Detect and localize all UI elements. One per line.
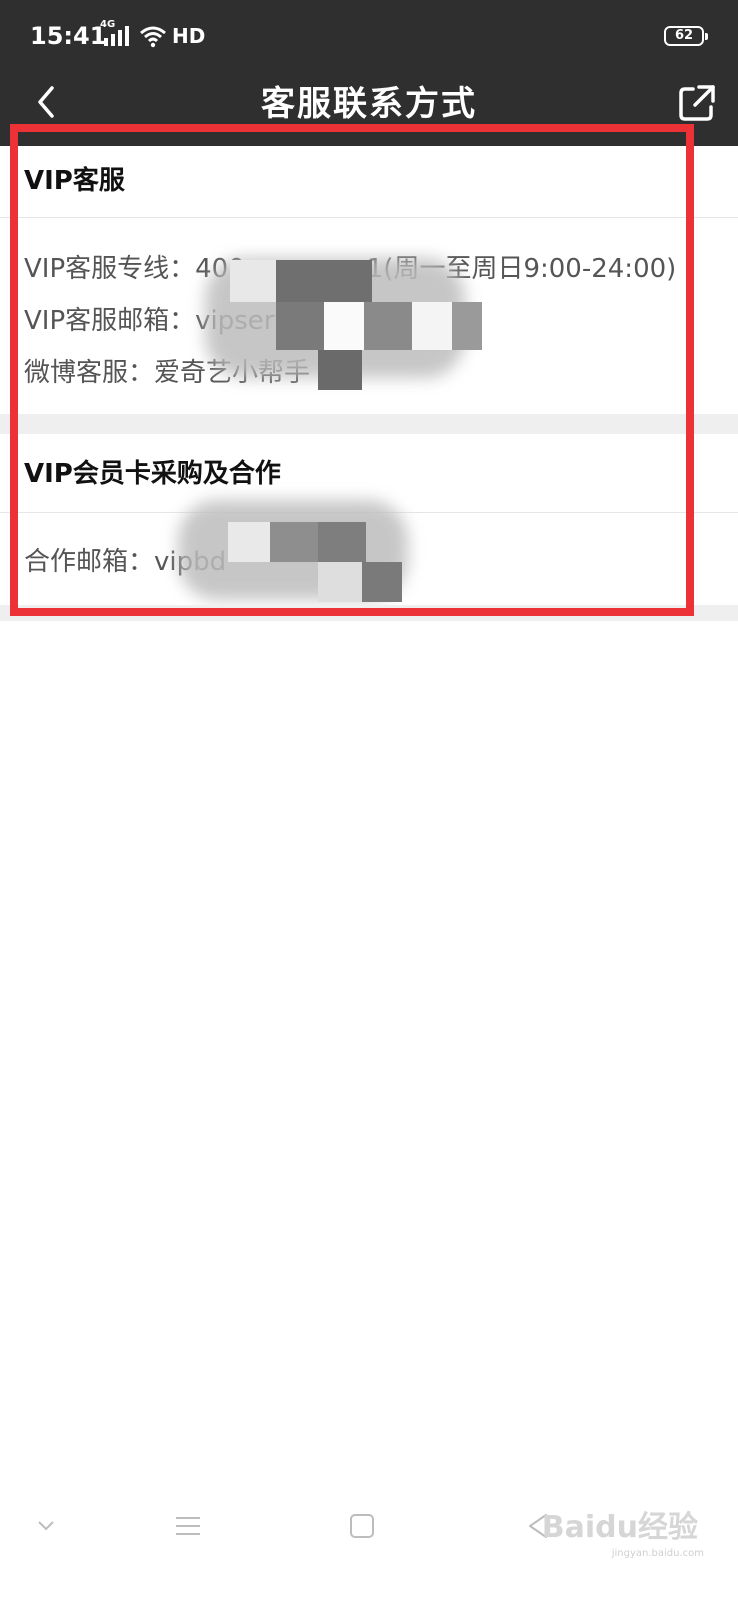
header: 客服联系方式 (0, 72, 738, 146)
wifi-icon (140, 26, 166, 48)
pixel-mask (276, 302, 324, 350)
chevron-down-icon (38, 1521, 54, 1531)
pixel-mask (318, 522, 366, 562)
pixel-mask (270, 522, 318, 562)
status-bar: 15:41 4G HD 62 (0, 0, 738, 72)
section-gap (0, 414, 738, 434)
menu-icon (176, 1517, 200, 1535)
top-bar: 15:41 4G HD 62 客服联系方式 (0, 0, 738, 146)
battery-level: 62 (674, 28, 694, 43)
pixel-mask (318, 562, 362, 602)
signal-icon (104, 26, 129, 46)
divider (0, 217, 738, 218)
battery-icon: 62 (664, 26, 708, 46)
watermark-brand: Baidu经验 (541, 1510, 698, 1545)
pixel-mask (318, 350, 362, 390)
section-title-vip-service: VIP客服 (24, 166, 125, 196)
nav-collapse-button[interactable] (16, 1506, 76, 1546)
nav-home-button[interactable] (332, 1506, 392, 1546)
pixel-mask (230, 260, 276, 302)
share-button[interactable] (674, 80, 720, 126)
pixel-mask (364, 302, 412, 350)
pixel-mask (412, 302, 452, 350)
page-title: 客服联系方式 (261, 84, 477, 124)
share-icon (679, 85, 715, 121)
section-gap (0, 605, 738, 621)
section-title-vip-card: VIP会员卡采购及合作 (24, 459, 281, 489)
home-icon (350, 1514, 374, 1538)
pixel-mask (362, 562, 402, 602)
status-time: 15:41 (30, 22, 107, 50)
nav-menu-button[interactable] (158, 1506, 218, 1546)
pixel-mask (276, 260, 372, 302)
pixel-mask (452, 302, 482, 350)
watermark-url: jingyan.baidu.com (611, 1548, 704, 1559)
pixel-mask (324, 302, 364, 350)
hd-indicator: HD (172, 24, 206, 48)
